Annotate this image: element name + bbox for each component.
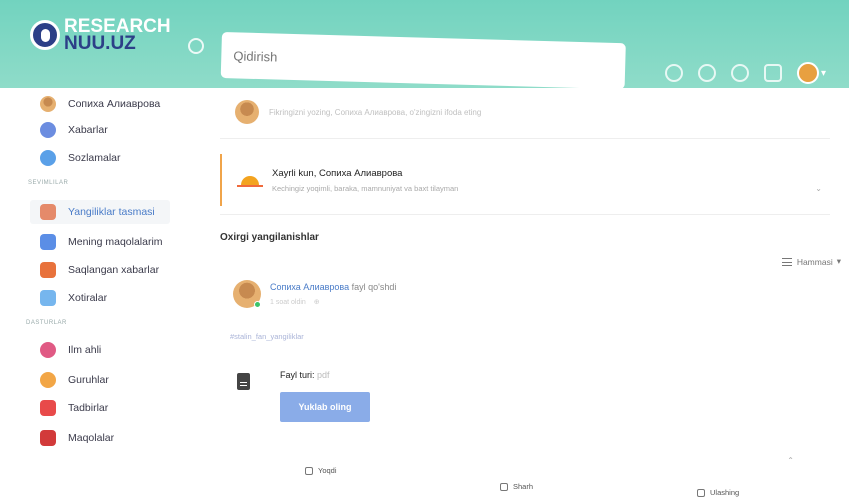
sidebar-item-saved-messages[interactable]: Saqlangan xabarlar bbox=[40, 262, 159, 278]
section-favorites: SEVIMLILAR bbox=[28, 180, 69, 186]
share-label: Ulashing bbox=[710, 488, 740, 497]
sidebar-item-scholars[interactable]: Ilm ahli bbox=[40, 342, 101, 358]
share-icon bbox=[697, 488, 705, 497]
header-actions: ▾ bbox=[665, 62, 826, 84]
sidebar-item-label: Maqolalar bbox=[68, 432, 115, 444]
sidebar-item-label: Yangiliklar tasmasi bbox=[68, 206, 155, 218]
file-type: Fayl turi: pdf bbox=[280, 370, 370, 380]
sidebar-item-label: Xotiralar bbox=[68, 292, 108, 304]
more-icon[interactable]: ⌃ bbox=[787, 456, 794, 465]
sidebar-item-events[interactable]: Tadbirlar bbox=[40, 400, 108, 416]
chat-icon[interactable] bbox=[731, 64, 749, 82]
post-author-name[interactable]: Сопиха Алиаврова bbox=[270, 282, 349, 292]
composer-avatar bbox=[235, 100, 259, 124]
sidebar-item-memories[interactable]: Xotiralar bbox=[40, 290, 107, 306]
post-hashtag[interactable]: #stalin_fan_yangiliklar bbox=[230, 332, 304, 341]
bell-icon[interactable] bbox=[764, 64, 782, 82]
home-icon[interactable] bbox=[188, 38, 204, 54]
like-button[interactable]: Yoqdi bbox=[305, 466, 337, 475]
profile-avatar bbox=[40, 96, 56, 112]
divider bbox=[220, 214, 830, 215]
sidebar-item-label: Ilm ahli bbox=[68, 344, 102, 356]
file-attachment: Fayl turi: pdf Yuklab oling bbox=[237, 370, 370, 422]
file-extension: pdf bbox=[317, 370, 330, 380]
search-box[interactable] bbox=[220, 32, 626, 90]
sidebar: Сопиха Алиаврова Xabarlar Sozlamalar SEV… bbox=[0, 88, 200, 499]
filter-label: Hammasi bbox=[796, 256, 833, 267]
section-programs: DASTURLAR bbox=[26, 320, 67, 326]
logo-line-2: NUU.UZ bbox=[64, 33, 136, 54]
sidebar-item-news-feed[interactable]: Yangiliklar tasmasi bbox=[40, 204, 155, 220]
post-author[interactable]: Сопиха Алиаврова fayl qo'shdi bbox=[270, 282, 396, 292]
feed-filter[interactable]: Hammasi ▾ bbox=[781, 256, 841, 267]
my-articles-icon bbox=[40, 234, 56, 250]
sidebar-item-label: Saqlangan xabarlar bbox=[68, 264, 160, 276]
file-icon bbox=[237, 373, 250, 390]
site-logo[interactable]: RESEARCH NUU.UZ bbox=[30, 17, 171, 54]
chevron-down-icon[interactable]: ▾ bbox=[821, 68, 826, 79]
saved-messages-icon bbox=[40, 262, 56, 278]
top-header: RESEARCH NUU.UZ ▾ bbox=[0, 0, 849, 90]
welcome-subtitle: Kechingiz yoqimli, baraka, mamnuniyat va… bbox=[272, 184, 459, 193]
chevron-down-icon: ▾ bbox=[836, 256, 841, 266]
welcome-card: Xayrli kun, Сопиха Алиаврова Kechingiz y… bbox=[220, 154, 830, 206]
filter-icon bbox=[781, 257, 792, 266]
download-button[interactable]: Yuklab oling bbox=[280, 392, 370, 422]
users-icon[interactable] bbox=[698, 64, 716, 82]
search-input[interactable] bbox=[220, 32, 626, 90]
messages-icon bbox=[40, 122, 56, 138]
articles-icon bbox=[40, 430, 56, 446]
sidebar-profile[interactable]: Сопиха Алиаврова bbox=[40, 96, 160, 112]
post-composer[interactable]: Fikringizni yozing, Сопиха Алиаврова, o'… bbox=[235, 100, 481, 124]
logo-mark-icon bbox=[30, 20, 60, 50]
comment-label: Sharh bbox=[513, 482, 534, 491]
sidebar-item-my-articles[interactable]: Mening maqolalarim bbox=[40, 234, 163, 250]
settings-icon bbox=[40, 150, 56, 166]
welcome-title: Xayrli kun, Сопиха Алиаврова bbox=[272, 168, 403, 179]
main-content: Fikringizni yozing, Сопиха Алиаврова, o'… bbox=[205, 88, 849, 499]
feed-title: Oxirgi yangilanishlar bbox=[220, 232, 319, 243]
sidebar-profile-name: Сопиха Алиаврова bbox=[68, 98, 161, 110]
sidebar-item-label: Guruhlar bbox=[68, 374, 109, 386]
events-icon bbox=[40, 400, 56, 416]
sidebar-item-groups[interactable]: Guruhlar bbox=[40, 372, 109, 388]
sidebar-item-label: Sozlamalar bbox=[68, 152, 121, 164]
composer-placeholder[interactable]: Fikringizni yozing, Сопиха Алиаврова, o'… bbox=[269, 108, 481, 117]
sunset-icon bbox=[237, 176, 263, 188]
chevron-down-icon[interactable]: ⌄ bbox=[815, 184, 822, 193]
divider bbox=[220, 138, 830, 139]
logo-text: RESEARCH NUU.UZ bbox=[64, 17, 171, 54]
sidebar-item-articles[interactable]: Maqolalar bbox=[40, 430, 114, 446]
plus-circle-icon[interactable] bbox=[665, 64, 683, 82]
online-status-icon bbox=[254, 301, 261, 308]
globe-icon: ⊕ bbox=[313, 299, 320, 306]
comment-icon bbox=[500, 482, 508, 491]
post-time: 1 soat oldin ⊕ bbox=[270, 298, 396, 306]
post-timestamp: 1 soat oldin bbox=[270, 299, 306, 306]
scholars-icon bbox=[40, 342, 56, 358]
share-button[interactable]: Ulashing bbox=[697, 488, 739, 497]
sidebar-item-label: Mening maqolalarim bbox=[68, 236, 163, 248]
sidebar-item-label: Xabarlar bbox=[68, 124, 108, 136]
memories-icon bbox=[40, 290, 56, 306]
post-action: fayl qo'shdi bbox=[351, 282, 397, 292]
like-icon bbox=[305, 466, 313, 475]
sidebar-item-messages[interactable]: Xabarlar bbox=[40, 122, 108, 138]
post-header: Сопиха Алиаврова fayl qo'shdi 1 soat old… bbox=[233, 280, 396, 308]
user-avatar[interactable] bbox=[797, 62, 819, 84]
like-label: Yoqdi bbox=[318, 466, 337, 475]
file-type-label: Fayl turi: bbox=[280, 370, 315, 380]
sidebar-item-label: Tadbirlar bbox=[68, 402, 109, 414]
groups-icon bbox=[40, 372, 56, 388]
news-feed-icon bbox=[40, 204, 56, 220]
sidebar-item-settings[interactable]: Sozlamalar bbox=[40, 150, 121, 166]
comment-button[interactable]: Sharh bbox=[500, 482, 533, 491]
